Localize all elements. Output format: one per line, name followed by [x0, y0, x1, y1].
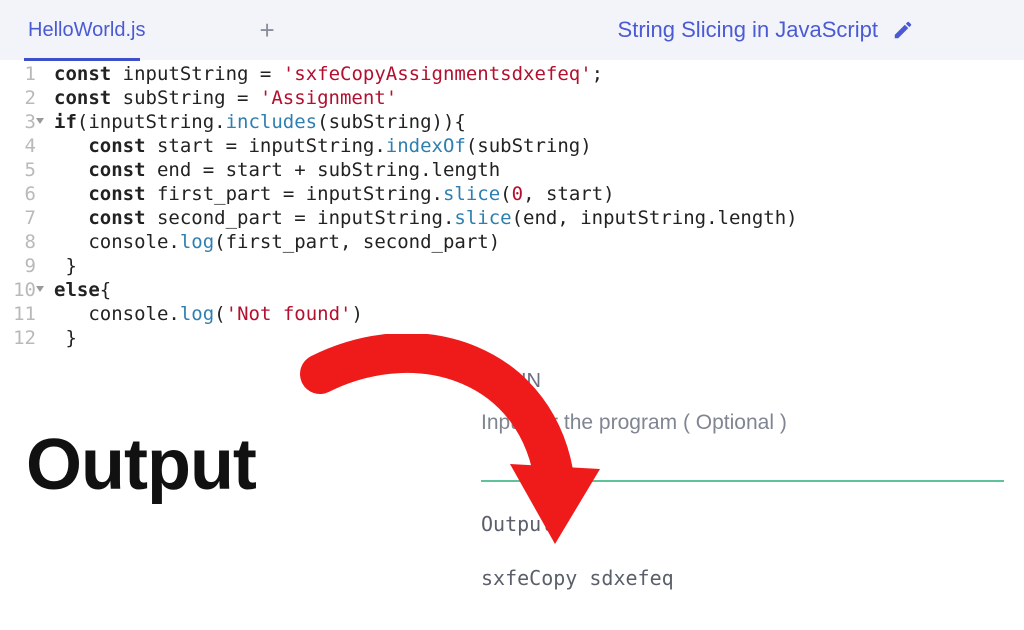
file-tab-label: HelloWorld.js	[28, 19, 145, 41]
code-editor[interactable]: 123456789101112 const inputString = 'sxf…	[0, 60, 1024, 350]
header-bar: HelloWorld.js + String Slicing in JavaSc…	[0, 0, 1024, 60]
code-line[interactable]: const inputString = 'sxfeCopyAssignments…	[54, 62, 798, 86]
line-number: 2	[0, 86, 46, 110]
line-number: 6	[0, 182, 46, 206]
code-line[interactable]: const second_part = inputString.slice(en…	[54, 206, 798, 230]
code-line[interactable]: else{	[54, 278, 798, 302]
code-line[interactable]: }	[54, 254, 798, 278]
line-number: 7	[0, 206, 46, 230]
edit-icon[interactable]	[892, 19, 914, 41]
line-number: 5	[0, 158, 46, 182]
file-tab[interactable]: HelloWorld.js	[14, 1, 159, 60]
code-area[interactable]: const inputString = 'sxfeCopyAssignments…	[46, 60, 798, 350]
page-title: String Slicing in JavaScript	[618, 17, 878, 43]
code-line[interactable]: const first_part = inputString.slice(0, …	[54, 182, 798, 206]
add-tab-button[interactable]: +	[259, 15, 274, 46]
code-line[interactable]: console.log('Not found')	[54, 302, 798, 326]
output-value: sxfeCopy sdxefeq	[481, 566, 1004, 590]
line-gutter: 123456789101112	[0, 60, 46, 350]
line-number: 12	[0, 326, 46, 350]
line-number: 10	[0, 278, 46, 302]
line-number: 9	[0, 254, 46, 278]
line-number: 1	[0, 62, 46, 86]
line-number: 8	[0, 230, 46, 254]
annotation-output-label: Output	[26, 424, 256, 506]
line-number: 4	[0, 134, 46, 158]
code-line[interactable]: }	[54, 326, 798, 350]
code-line[interactable]: console.log(first_part, second_part)	[54, 230, 798, 254]
tab-underline	[24, 58, 140, 61]
output-divider	[481, 480, 1004, 482]
stdin-title: STDIN	[481, 370, 881, 393]
code-line[interactable]: const end = start + subString.length	[54, 158, 798, 182]
title-area: String Slicing in JavaScript	[618, 0, 914, 60]
stdin-placeholder[interactable]: Input for the program ( Optional )	[481, 411, 881, 435]
code-line[interactable]: const subString = 'Assignment'	[54, 86, 798, 110]
code-line[interactable]: const start = inputString.indexOf(subStr…	[54, 134, 798, 158]
stdin-panel: STDIN Input for the program ( Optional )	[481, 370, 881, 435]
line-number: 11	[0, 302, 46, 326]
output-panel: Output: sxfeCopy sdxefeq	[481, 480, 1004, 590]
line-number: 3	[0, 110, 46, 134]
code-line[interactable]: if(inputString.includes(subString)){	[54, 110, 798, 134]
output-label: Output:	[481, 512, 1004, 536]
